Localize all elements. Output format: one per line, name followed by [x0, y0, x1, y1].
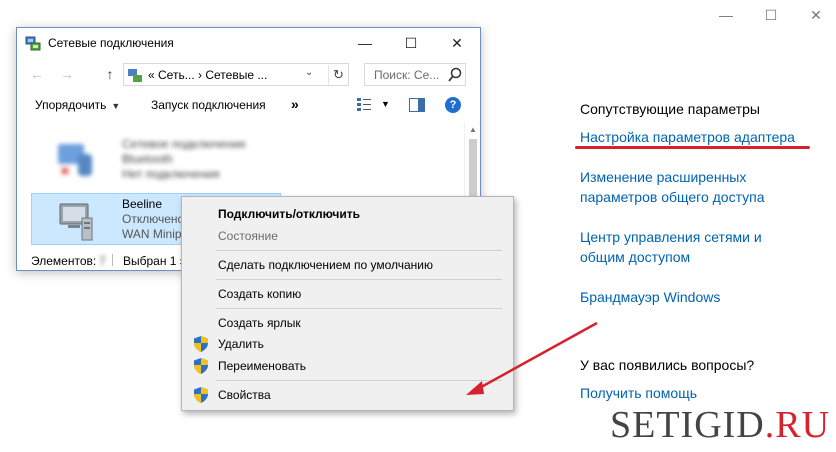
- title-bar: Сетевые подключения — ☐ ✕: [17, 28, 480, 58]
- uac-shield-icon: [194, 336, 208, 352]
- menu-item-delete[interactable]: Удалить: [184, 333, 511, 355]
- menu-item-properties[interactable]: Свойства: [184, 384, 511, 406]
- connection-device: WAN Minip: [122, 227, 182, 241]
- menu-item-label: Сделать подключением по умолчанию: [218, 258, 434, 272]
- network-folder-icon: [25, 36, 41, 51]
- up-arrow-icon[interactable]: ↑: [100, 65, 120, 83]
- connection-name: Beeline: [122, 197, 163, 211]
- firewall-link[interactable]: Брандмауэр Windows: [580, 289, 720, 305]
- menu-item-label: Состояние: [218, 229, 278, 243]
- chevron-down-icon[interactable]: ⌄: [305, 67, 313, 78]
- connection-status: Нет подключения: [122, 167, 220, 181]
- menu-item-label: Свойства: [218, 388, 271, 402]
- menu-item-connect-disconnect[interactable]: Подключить/отключить: [184, 203, 511, 225]
- menu-item-status: Состояние: [184, 225, 511, 247]
- menu-separator: [216, 380, 502, 381]
- uac-shield-icon: [194, 358, 208, 374]
- questions-heading: У вас появились вопросы?: [580, 357, 755, 373]
- command-bar: Упорядочить ▼ Запуск подключения » ▼ ?: [17, 90, 480, 120]
- menu-item-label: Удалить: [218, 337, 264, 351]
- address-bar[interactable]: « Сеть... › Сетевые ... ⌄ ↻: [123, 63, 349, 86]
- adapter-settings-link[interactable]: Настройка параметров адаптера: [580, 129, 795, 145]
- menu-item-label: Создать ярлык: [218, 316, 301, 330]
- status-divider: [112, 254, 113, 266]
- menu-item-label: Создать копию: [218, 287, 302, 301]
- menu-separator: [216, 308, 502, 309]
- network-folder-icon: [128, 69, 142, 82]
- context-menu: Подключить/отключить Состояние Сделать п…: [181, 196, 514, 411]
- annotation-underline: [575, 146, 810, 149]
- forward-arrow-icon[interactable]: →: [57, 65, 77, 83]
- menu-item-create-shortcut[interactable]: Создать ярлык: [184, 312, 511, 334]
- caret-down-icon: ▼: [111, 101, 121, 111]
- wan-network-icon: [59, 203, 93, 241]
- close-button[interactable]: ✕: [806, 6, 826, 24]
- menu-item-label: Переименовать: [218, 359, 306, 373]
- settings-window-controls: — ☐ ✕: [696, 0, 836, 30]
- menu-item-rename[interactable]: Переименовать: [184, 355, 511, 377]
- connection-name: Сетевое подключение: [122, 137, 246, 151]
- start-connection-button[interactable]: Запуск подключения: [151, 98, 266, 112]
- view-options-icon[interactable]: [357, 98, 371, 112]
- breadcrumb[interactable]: « Сеть... › Сетевые ...: [148, 68, 267, 82]
- back-arrow-icon[interactable]: ←: [27, 65, 47, 83]
- address-row: ← → ↑ « Сеть... › Сетевые ... ⌄ ↻ Поиск:…: [17, 60, 480, 88]
- network-center-link-line1[interactable]: Центр управления сетями и: [580, 229, 762, 245]
- search-icon: [448, 67, 462, 82]
- window-title: Сетевые подключения: [48, 36, 174, 50]
- connection-device: Bluetooth: [122, 152, 173, 166]
- selected-count-label: Выбран 1 э: [123, 254, 186, 268]
- scroll-up-icon[interactable]: ▲: [465, 123, 480, 137]
- menu-separator: [216, 279, 502, 280]
- minimize-button[interactable]: —: [342, 28, 388, 58]
- advanced-sharing-link-line1[interactable]: Изменение расширенных: [580, 169, 746, 185]
- organize-button[interactable]: Упорядочить ▼: [35, 98, 120, 112]
- maximize-button[interactable]: ☐: [388, 28, 434, 58]
- more-commands-button[interactable]: »: [291, 96, 299, 112]
- menu-item-label: Подключить/отключить: [218, 207, 360, 221]
- item-count-value: 7: [99, 254, 106, 268]
- preview-pane-icon[interactable]: [409, 98, 425, 112]
- item-count-label: Элементов:: [31, 254, 97, 268]
- related-settings-heading: Сопутствующие параметры: [580, 101, 760, 117]
- menu-item-set-default[interactable]: Сделать подключением по умолчанию: [184, 254, 511, 276]
- maximize-button[interactable]: ☐: [761, 6, 781, 24]
- refresh-icon[interactable]: ↻: [328, 65, 348, 85]
- logo-text: SETIGID: [610, 404, 765, 446]
- advanced-sharing-link-line2[interactable]: параметров общего доступа: [580, 189, 765, 205]
- connection-item-bluetooth[interactable]: Сетевое подключение Bluetooth Нет подклю…: [31, 133, 281, 185]
- get-help-link[interactable]: Получить помощь: [580, 385, 697, 401]
- minimize-button[interactable]: —: [716, 6, 736, 24]
- organize-label: Упорядочить: [35, 98, 107, 112]
- help-icon[interactable]: ?: [445, 97, 461, 113]
- bluetooth-network-icon: [58, 144, 92, 176]
- site-logo: SETIGID.RU: [610, 403, 830, 447]
- logo-suffix: .RU: [764, 404, 831, 446]
- menu-separator: [216, 250, 502, 251]
- uac-shield-icon: [194, 387, 208, 403]
- search-placeholder: Поиск: Се...: [374, 68, 440, 82]
- connection-status: Отключено: [122, 212, 185, 226]
- close-button[interactable]: ✕: [434, 28, 480, 58]
- menu-item-create-copy[interactable]: Создать копию: [184, 283, 511, 305]
- search-input[interactable]: Поиск: Се...: [364, 63, 466, 86]
- view-dropdown-icon[interactable]: ▼: [381, 99, 390, 109]
- network-center-link-line2[interactable]: общим доступом: [580, 249, 690, 265]
